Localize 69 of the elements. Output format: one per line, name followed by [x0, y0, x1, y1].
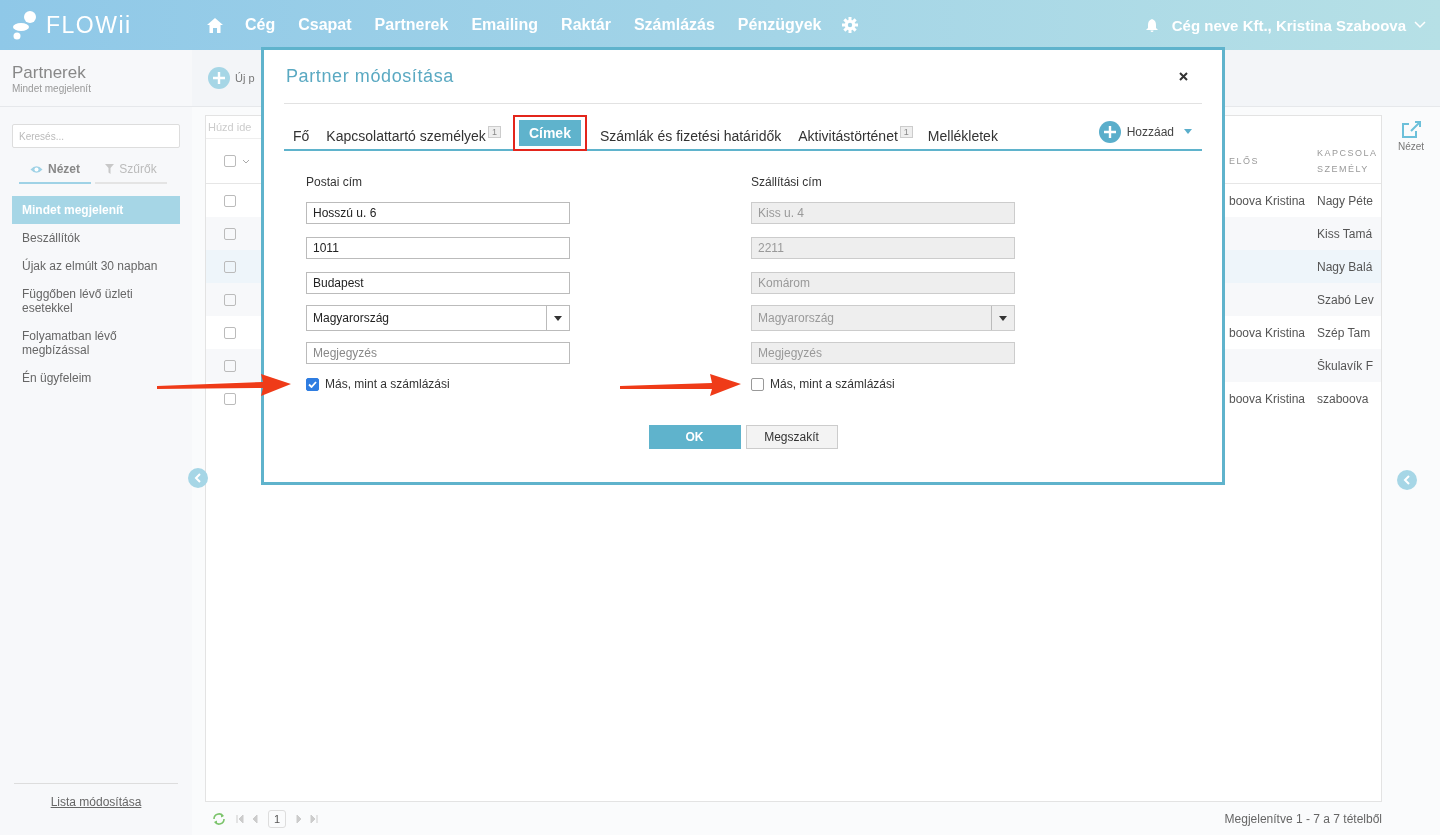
- ok-button[interactable]: OK: [648, 425, 741, 449]
- count-badge: 1: [487, 125, 501, 138]
- refresh-icon[interactable]: [212, 812, 226, 825]
- view-button[interactable]: Nézet: [1397, 121, 1425, 155]
- sidebar-item[interactable]: Újak az elmúlt 30 napban: [12, 252, 180, 280]
- table-cell: boova Kristina: [1229, 325, 1306, 340]
- table-cell: Nagy Péte: [1317, 193, 1374, 208]
- pagination-arrows-icon[interactable]: [296, 814, 319, 823]
- pagination-arrows-icon[interactable]: [236, 814, 258, 823]
- chevron-left-icon: [194, 473, 202, 483]
- view-tab[interactable]: Nézet: [19, 162, 91, 184]
- input-field[interactable]: 1011: [306, 237, 570, 259]
- table-cell: Škulavík F: [1317, 358, 1373, 373]
- table-cell: Kiss Tamá: [1317, 226, 1373, 241]
- sidebar-item[interactable]: Függőben lévő üzleti esetekkel: [12, 280, 180, 322]
- input-field[interactable]: Budapest: [306, 272, 570, 294]
- checkmark-icon: [308, 380, 317, 388]
- search-field[interactable]: Keresés...: [12, 124, 180, 148]
- input-field[interactable]: Hosszú u. 6: [306, 202, 570, 224]
- count-badge: 1: [899, 125, 913, 138]
- edit-list-link[interactable]: Lista módosítása: [50, 795, 142, 809]
- table-cell: boova Kristina: [1229, 391, 1306, 406]
- row-checkbox[interactable]: [224, 326, 236, 339]
- external-link-icon: [1401, 121, 1421, 139]
- select-all-checkbox[interactable]: [224, 155, 236, 167]
- bell-icon[interactable]: [1145, 18, 1158, 32]
- tab[interactable]: Számlák és fizetési határidők: [590, 119, 790, 150]
- settings-icon[interactable]: [842, 17, 859, 33]
- input-field[interactable]: Megjegyzés: [306, 342, 570, 364]
- plus-icon: [208, 67, 230, 89]
- column-header[interactable]: ELŐS: [1229, 156, 1259, 166]
- dialog-title: Partner módosítása: [286, 66, 454, 87]
- page-number[interactable]: 1: [268, 809, 287, 828]
- chevron-left-icon: [1403, 475, 1411, 485]
- sidebar-item[interactable]: Én ügyfeleim: [12, 364, 180, 392]
- tab[interactable]: Mellékletek: [918, 119, 1006, 150]
- table-cell: Nagy Balá: [1317, 259, 1373, 274]
- table-cell: Szabó Lev: [1317, 292, 1374, 307]
- close-icon[interactable]: [1179, 72, 1188, 81]
- row-checkbox[interactable]: [224, 392, 236, 405]
- chevron-down-icon[interactable]: [242, 158, 250, 164]
- sidebar-item[interactable]: Beszállítók: [12, 224, 180, 252]
- section-heading: Postai cím: [306, 175, 363, 189]
- row-checkbox[interactable]: [224, 293, 236, 306]
- row-checkbox[interactable]: [224, 227, 236, 240]
- row-checkbox[interactable]: [224, 260, 236, 273]
- tab[interactable]: Fő: [284, 119, 318, 150]
- checkbox[interactable]: Más, mint a számlázási: [306, 377, 570, 391]
- cancel-button[interactable]: Megszakít: [745, 425, 838, 449]
- row-checkbox[interactable]: [224, 194, 236, 207]
- filter-icon: [105, 164, 115, 174]
- pager-summary: Megjelenítve 1 - 7 a 7 tételből: [1224, 811, 1382, 826]
- section-heading: Szállítási cím: [751, 175, 823, 189]
- sidebar-subtitle: Mindet megjelenít: [12, 83, 92, 94]
- add-button[interactable]: Hozzáad: [1098, 120, 1174, 143]
- new-partner-button[interactable]: Új p: [208, 67, 255, 89]
- table-cell: boova Kristina: [1229, 193, 1306, 208]
- sidebar-title: Partnerek: [12, 63, 87, 83]
- row-checkbox[interactable]: [224, 359, 236, 372]
- eye-icon: [30, 164, 43, 174]
- sidebar-item[interactable]: Folyamatban lévő megbízással: [12, 322, 180, 364]
- table-cell: Szép Tam: [1317, 325, 1371, 340]
- caret-icon[interactable]: [1184, 129, 1192, 134]
- country-select[interactable]: Magyarország: [306, 305, 570, 331]
- home-icon[interactable]: [207, 17, 223, 33]
- plus-icon: [1098, 120, 1121, 143]
- tab[interactable]: Címek: [518, 119, 581, 146]
- droplets-logo-icon: [12, 10, 38, 40]
- table-cell: szaboova: [1317, 391, 1369, 406]
